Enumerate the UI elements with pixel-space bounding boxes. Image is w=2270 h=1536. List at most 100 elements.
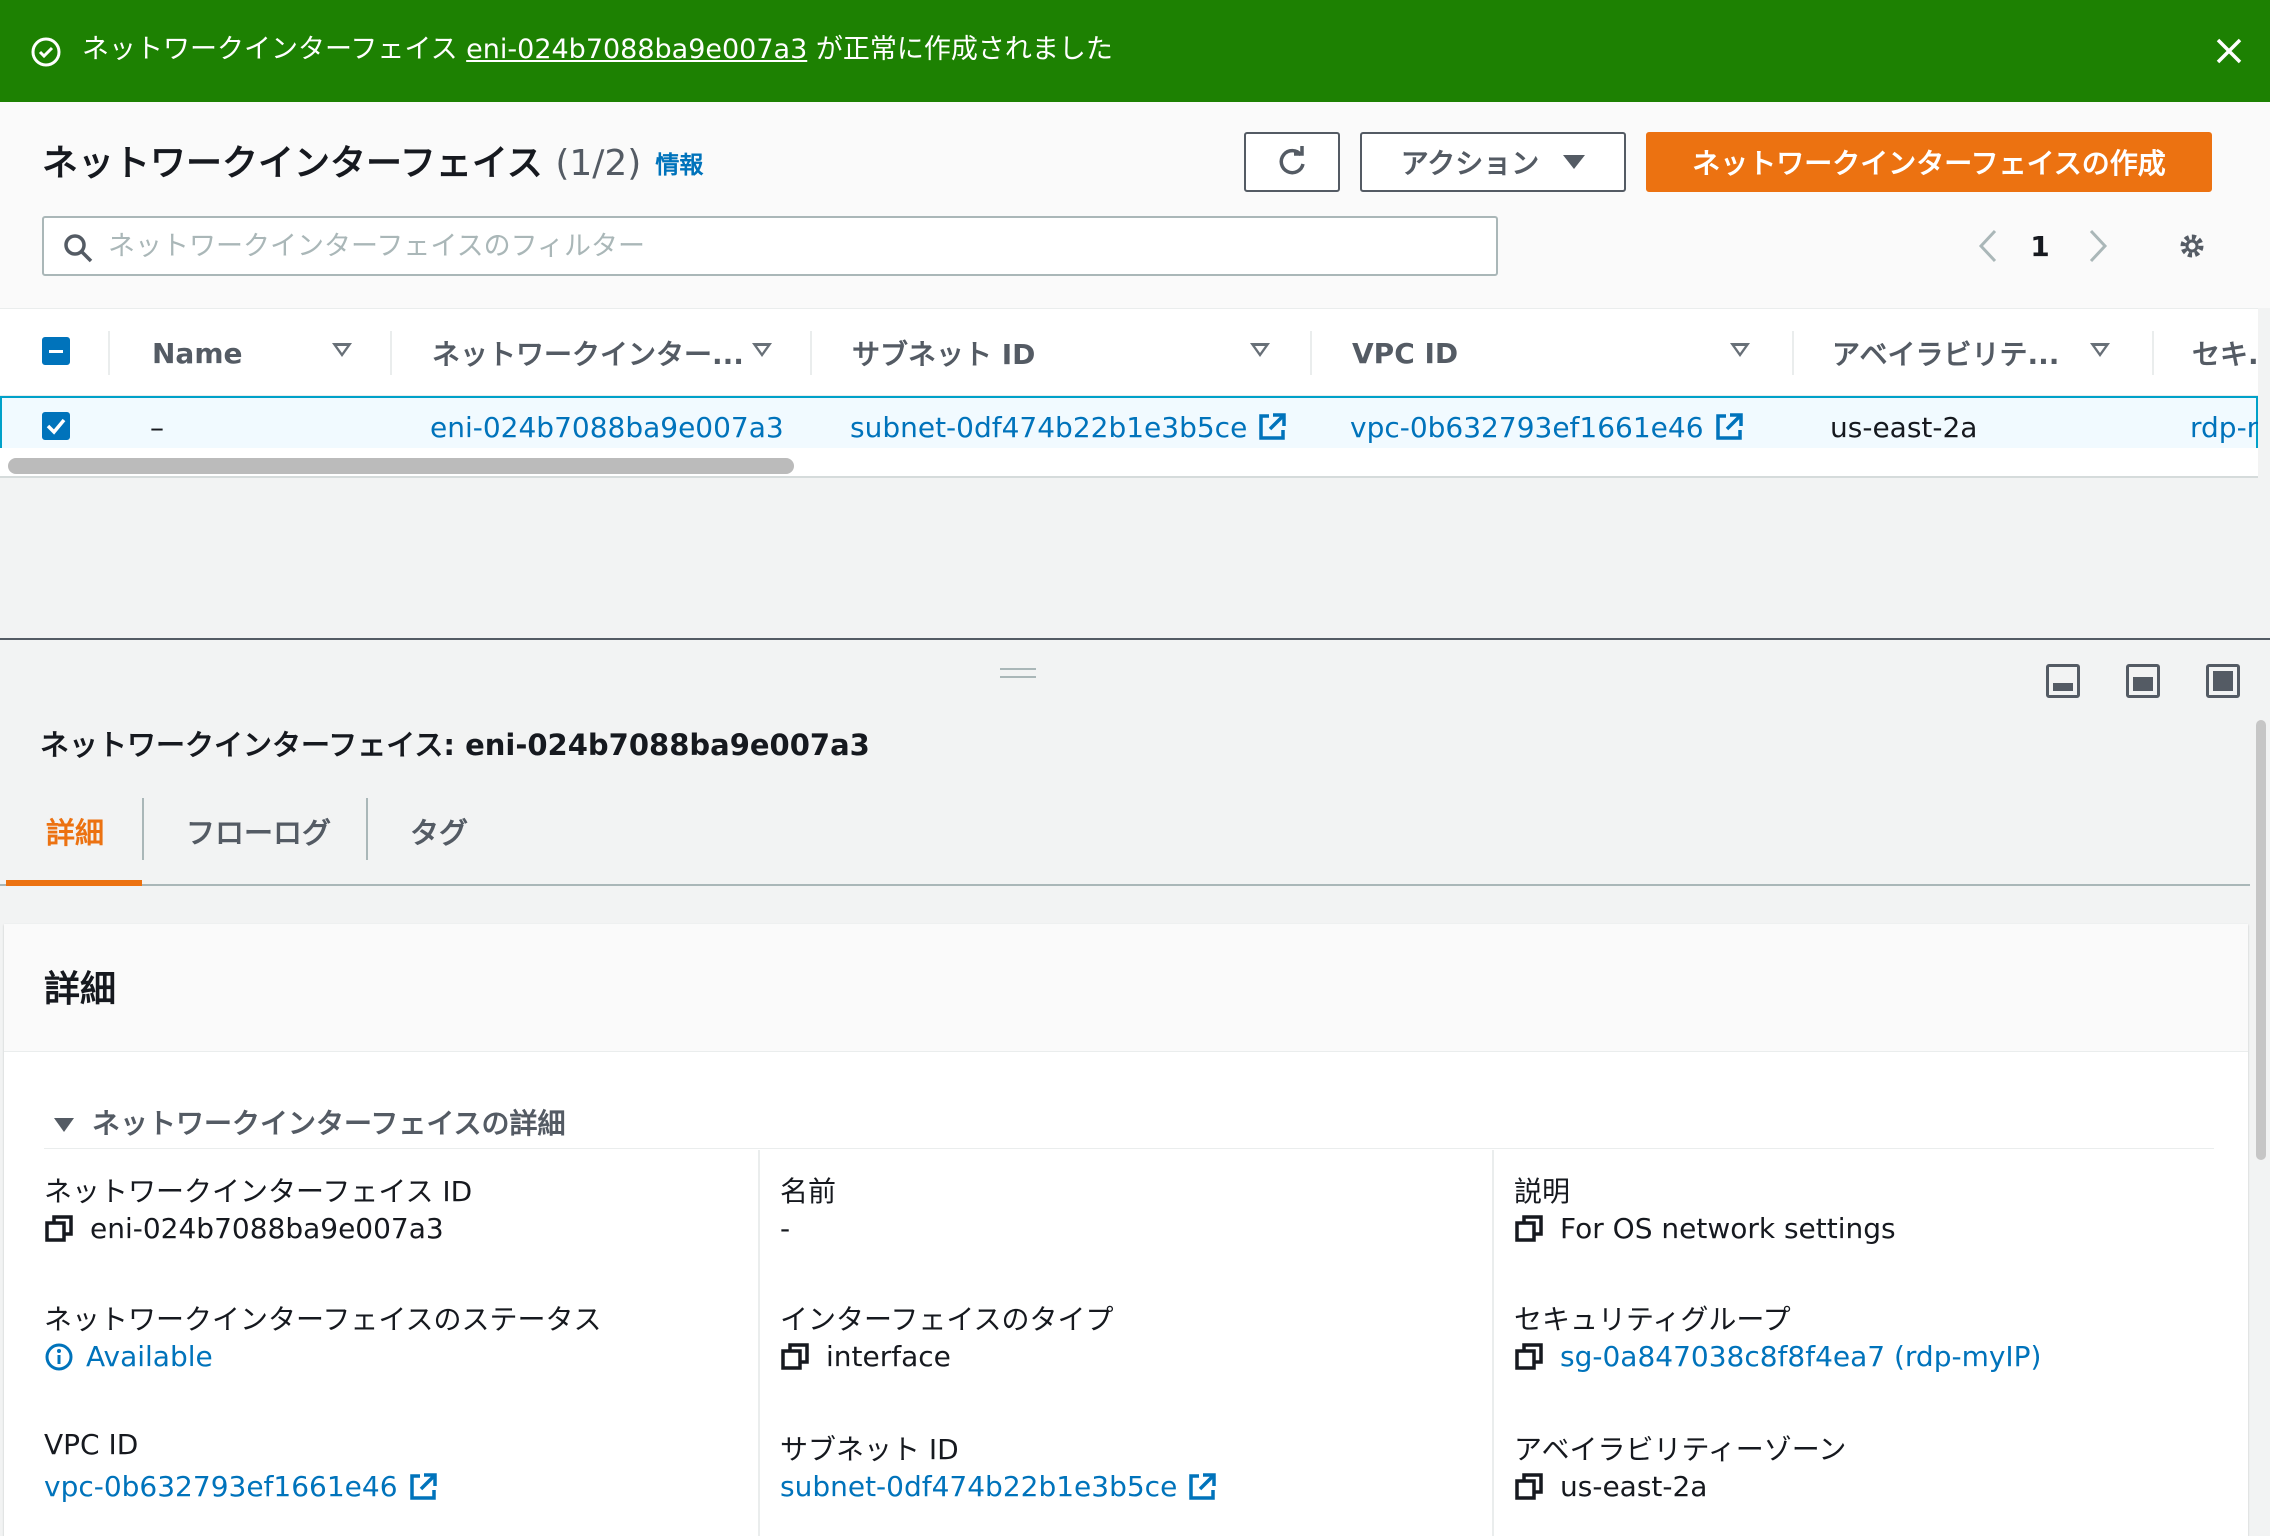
actions-dropdown-button[interactable]: アクション xyxy=(1360,132,1626,192)
col-header-name[interactable]: Name xyxy=(152,309,352,397)
external-link-icon xyxy=(1189,1472,1217,1500)
column-separator xyxy=(108,331,110,375)
vpc-id-label: VPC ID xyxy=(44,1428,139,1461)
table-row[interactable]: – eni-024b7088ba9e007a3 subnet-0df474b22… xyxy=(0,396,2258,448)
check-icon xyxy=(46,418,66,435)
external-link-icon xyxy=(1715,413,1743,440)
resize-handle-icon[interactable] xyxy=(1000,668,1036,678)
scrollbar-thumb[interactable] xyxy=(8,458,794,474)
subnet-id-value[interactable]: subnet-0df474b22b1e3b5ce xyxy=(780,1470,1217,1503)
refresh-icon xyxy=(1279,146,1305,175)
vpc-id-value[interactable]: vpc-0b632793ef1661e46 xyxy=(44,1470,438,1503)
external-link-icon xyxy=(1259,413,1287,440)
col-header-az-text: アベイラビリテ... xyxy=(1832,338,2060,371)
copy-icon[interactable] xyxy=(1514,1472,1544,1502)
flash-eni-link[interactable]: eni-024b7088ba9e007a3 xyxy=(466,34,807,65)
sort-icon xyxy=(1730,343,1750,357)
chevron-right-icon xyxy=(2089,229,2108,263)
vpc-id-link[interactable]: vpc-0b632793ef1661e46 xyxy=(44,1470,398,1503)
horizontal-scrollbar[interactable] xyxy=(0,448,2258,478)
subnet-id-link[interactable]: subnet-0df474b22b1e3b5ce xyxy=(780,1470,1177,1503)
check-circle-icon xyxy=(31,37,61,67)
panel-split-view-icon[interactable] xyxy=(2126,664,2160,698)
flash-message: ネットワークインターフェイス eni-024b7088ba9e007a3 が正常… xyxy=(82,30,1113,70)
page-title: ネットワークインターフェイス (1/2) 情報 xyxy=(42,140,703,189)
copy-icon[interactable] xyxy=(780,1342,810,1372)
row-checkbox[interactable] xyxy=(42,412,70,440)
cell-name: – xyxy=(150,410,164,444)
cell-vpc[interactable]: vpc-0b632793ef1661e46 xyxy=(1350,398,1744,448)
tab-separator xyxy=(142,798,144,860)
next-page-button[interactable] xyxy=(2076,216,2120,276)
gear-icon xyxy=(2180,234,2204,258)
section-title: ネットワークインターフェイスの詳細 xyxy=(92,1107,566,1140)
col-header-az[interactable]: アベイラビリテ... xyxy=(1832,309,2132,397)
filter-input[interactable] xyxy=(108,226,1478,266)
col-header-subnet-id[interactable]: サブネット ID xyxy=(852,309,1272,397)
success-flash-banner: ネットワークインターフェイス eni-024b7088ba9e007a3 が正常… xyxy=(0,0,2270,102)
status-value: Available xyxy=(44,1340,213,1373)
create-network-interface-button[interactable]: ネットワークインターフェイスの作成 xyxy=(1646,132,2212,192)
create-label: ネットワークインターフェイスの作成 xyxy=(1692,147,2166,180)
tab-tags[interactable]: タグ xyxy=(410,810,468,852)
copy-icon[interactable] xyxy=(1514,1342,1544,1372)
column-separator xyxy=(810,331,812,375)
panel-full-view-icon[interactable] xyxy=(2206,664,2240,698)
security-group-link[interactable]: sg-0a847038c8f8f4ea7 (rdp-myIP) xyxy=(1560,1340,2041,1373)
column-separator xyxy=(2152,331,2154,375)
refresh-button[interactable] xyxy=(1244,132,1340,192)
vpc-link[interactable]: vpc-0b632793ef1661e46 xyxy=(1350,411,1704,444)
description-label: 説明 xyxy=(1514,1175,1571,1208)
column-separator xyxy=(1310,331,1312,375)
caret-down-icon xyxy=(1563,155,1586,169)
col-header-subnet-id-text: サブネット ID xyxy=(852,338,1036,371)
copy-icon[interactable] xyxy=(1514,1214,1544,1244)
current-page-number[interactable]: 1 xyxy=(2020,216,2060,276)
filter-search-box xyxy=(42,216,1498,276)
tab-details[interactable]: 詳細 xyxy=(46,810,104,852)
col-header-security[interactable]: セキ... xyxy=(2192,309,2258,397)
panel-bottom-view-icon[interactable] xyxy=(2046,664,2080,698)
detail-title: ネットワークインターフェイス: eni-024b7088ba9e007a3 xyxy=(40,728,870,762)
cell-az: us-east-2a xyxy=(1830,410,1978,444)
column-divider xyxy=(1492,1150,1494,1536)
select-all-checkbox[interactable] xyxy=(42,337,70,365)
panel-header: ネットワークインターフェイス (1/2) 情報 アクション ネットワークインターフ… xyxy=(0,102,2270,308)
network-interfaces-panel: ネットワークインターフェイス (1/2) 情報 アクション ネットワークインターフ… xyxy=(0,102,2270,638)
card-title: 詳細 xyxy=(44,969,117,1010)
panel-splitter[interactable] xyxy=(0,638,2270,640)
flash-message-suffix: が正常に作成されました xyxy=(815,34,1113,65)
search-icon xyxy=(64,234,93,263)
tab-flow-logs[interactable]: フローログ xyxy=(186,810,331,852)
section-toggle[interactable]: ネットワークインターフェイスの詳細 xyxy=(54,1102,565,1142)
section-divider xyxy=(44,1148,2214,1149)
availability-zone-value: us-east-2a xyxy=(1514,1470,1707,1503)
app-root: ネットワークインターフェイス eni-024b7088ba9e007a3 が正常… xyxy=(0,0,2270,1536)
cell-security-group-link[interactable]: rdp-m xyxy=(2190,398,2258,448)
cell-eni-link[interactable]: eni-024b7088ba9e007a3 xyxy=(430,398,784,448)
copy-icon[interactable] xyxy=(44,1214,74,1244)
name-value: - xyxy=(780,1212,791,1245)
eni-id-value: eni-024b7088ba9e007a3 xyxy=(44,1212,444,1245)
info-circle-icon xyxy=(45,1343,73,1370)
active-tab-indicator xyxy=(6,880,142,886)
subnet-link[interactable]: subnet-0df474b22b1e3b5ce xyxy=(850,411,1247,444)
col-header-eni-id[interactable]: ネットワークインター... xyxy=(432,309,772,397)
external-link-icon xyxy=(409,1472,437,1500)
status-label: ネットワークインターフェイスのステータス xyxy=(44,1303,602,1336)
actions-label: アクション xyxy=(1400,147,1540,180)
col-header-vpc-id[interactable]: VPC ID xyxy=(1352,309,1762,397)
cell-subnet[interactable]: subnet-0df474b22b1e3b5ce xyxy=(850,398,1287,448)
col-header-name-text: Name xyxy=(152,336,243,370)
detail-tabs: 詳細 フローログ タグ xyxy=(0,790,2250,886)
preferences-button[interactable] xyxy=(2170,216,2214,276)
prev-page-button[interactable] xyxy=(1966,216,2010,276)
selection-count: (1/2) xyxy=(555,143,642,184)
info-link[interactable]: 情報 xyxy=(655,151,703,179)
column-separator xyxy=(390,331,392,375)
sort-icon xyxy=(332,343,352,357)
availability-zone-text: us-east-2a xyxy=(1560,1470,1708,1503)
close-icon[interactable] xyxy=(2212,34,2246,68)
column-separator xyxy=(1792,331,1794,375)
vertical-scrollbar[interactable] xyxy=(2256,720,2266,1160)
